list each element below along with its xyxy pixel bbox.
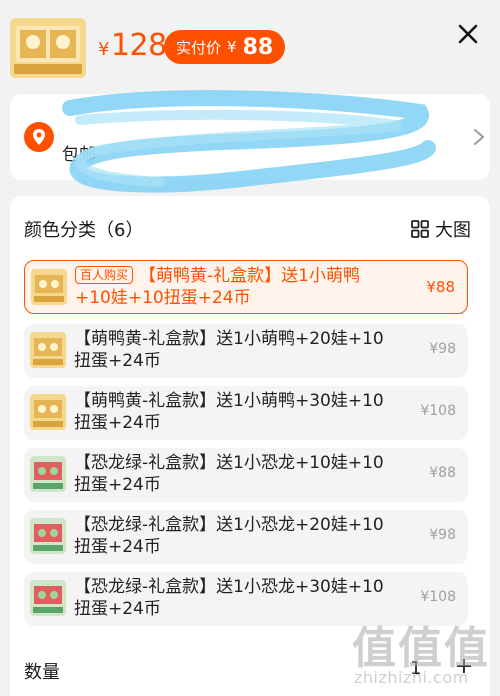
option-thumbnail: [30, 332, 66, 368]
option-label: 【恐龙绿-礼盒款】送1小恐龙+20娃+10扭蛋+24币: [74, 515, 384, 557]
option-label: 【恐龙绿-礼盒款】送1小恐龙+30娃+10扭蛋+24币: [74, 577, 384, 619]
watermark: 值值值 zhizhizhi.com: [352, 612, 496, 696]
option-label: 百人购买 【萌鸭黄-礼盒款】送1小萌鸭+10娃+10扭蛋+24币: [75, 266, 360, 308]
quantity-label: 数量: [24, 662, 60, 683]
option-price: ¥88: [426, 278, 455, 296]
option-thumbnail: [30, 580, 66, 616]
color-option[interactable]: 【萌鸭黄-礼盒款】送1小萌鸭+20娃+10扭蛋+24币 ¥98: [24, 324, 468, 378]
actual-price-yen: ¥: [227, 38, 237, 56]
option-price: ¥108: [420, 403, 456, 419]
option-label: 【恐龙绿-礼盒款】送1小恐龙+10娃+10扭蛋+24币: [74, 453, 384, 495]
option-thumbnail: [30, 394, 66, 430]
option-price: ¥88: [429, 465, 456, 481]
option-thumbnail: [31, 269, 67, 305]
option-price: ¥98: [429, 341, 456, 357]
color-option[interactable]: 【萌鸭黄-礼盒款】送1小萌鸭+30娃+10扭蛋+24币 ¥108: [24, 386, 468, 440]
watermark-url: zhizhizhi.com: [354, 668, 469, 687]
actual-price-label: 实付价: [176, 38, 222, 57]
option-price: ¥98: [429, 527, 456, 543]
actual-price-value: 88: [242, 34, 274, 60]
chevron-right-icon: [474, 129, 485, 145]
product-thumbnail[interactable]: [10, 18, 86, 78]
original-price: ¥128: [98, 28, 167, 63]
shipping-label: 包邮: [62, 145, 96, 165]
location-pin-icon: [24, 122, 54, 152]
color-option[interactable]: 【恐龙绿-礼盒款】送1小恐龙+20娃+10扭蛋+24币 ¥98: [24, 510, 468, 564]
address-card[interactable]: 包邮: [10, 94, 490, 180]
big-view-label: 大图: [435, 220, 471, 241]
color-category-title: 颜色分类（6）: [24, 220, 144, 241]
actual-price-pill: 实付价 ¥ 88: [164, 30, 286, 64]
option-thumbnail: [30, 518, 66, 554]
watermark-chars: 值值值: [352, 623, 490, 674]
big-view-toggle[interactable]: 大图: [410, 216, 471, 242]
option-label: 【萌鸭黄-礼盒款】送1小萌鸭+20娃+10扭蛋+24币: [74, 329, 384, 371]
popularity-badge: 百人购买: [75, 266, 134, 284]
close-icon[interactable]: [456, 22, 480, 46]
color-option[interactable]: 【恐龙绿-礼盒款】送1小恐龙+10娃+10扭蛋+24币 ¥88: [24, 448, 468, 502]
option-thumbnail: [30, 456, 66, 492]
sku-header: ¥128 实付价 ¥ 88: [0, 0, 500, 92]
option-label: 【萌鸭黄-礼盒款】送1小萌鸭+30娃+10扭蛋+24币: [74, 391, 384, 433]
option-price: ¥108: [420, 589, 456, 605]
grid-view-icon: [411, 220, 429, 238]
color-option[interactable]: 百人购买 【萌鸭黄-礼盒款】送1小萌鸭+10娃+10扭蛋+24币 ¥88: [24, 260, 468, 314]
